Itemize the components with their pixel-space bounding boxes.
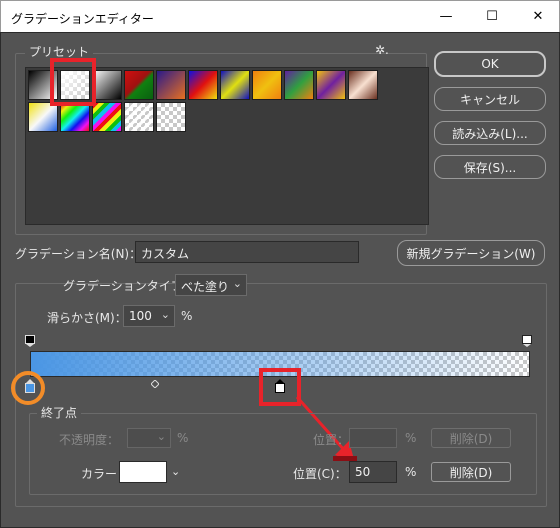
load-button[interactable]: 読み込み(L)... <box>434 121 546 145</box>
gradient-type-select[interactable]: べた塗り ⌄ <box>175 274 247 296</box>
stops-group <box>29 413 537 495</box>
cancel-button[interactable]: キャンセル <box>434 87 546 111</box>
gradient-name-label: グラデーション名(N)： <box>15 247 142 261</box>
close-button[interactable]: ✕ <box>515 1 560 32</box>
minimize-button[interactable]: — <box>423 1 469 32</box>
preset-white-black[interactable] <box>92 70 122 100</box>
window-title: グラデーションエディター <box>11 12 154 26</box>
smoothness-input[interactable]: 100 ⌄ <box>123 305 175 327</box>
preset-violet-orange[interactable] <box>156 70 186 100</box>
chevron-down-icon[interactable]: ⌄ <box>171 465 180 478</box>
smoothness-unit: % <box>181 309 193 323</box>
smoothness-label: 滑らかさ(M)： <box>47 311 127 325</box>
location-unit: % <box>405 465 417 479</box>
preset-red-green[interactable] <box>124 70 154 100</box>
chevron-down-icon: ⌄ <box>156 430 166 443</box>
title-bar: グラデーションエディター — ☐ ✕ <box>0 0 560 32</box>
midpoint-diamond[interactable] <box>150 377 161 389</box>
preset-copper[interactable] <box>348 70 378 100</box>
gear-icon[interactable]: ✲. <box>375 43 389 57</box>
opacity-label: 不透明度： <box>59 433 120 447</box>
annotation-selected-preset-highlight <box>50 58 96 106</box>
opacity-input: ⌄ <box>127 428 171 448</box>
opacity-stop-left[interactable] <box>25 335 35 347</box>
preset-transparent[interactable] <box>156 102 186 132</box>
opacity-delete-button: 削除(D) <box>431 428 511 448</box>
preset-transparent-stripes[interactable] <box>124 102 154 132</box>
close-icon: ✕ <box>532 9 544 24</box>
opacity-location-label: 位置： <box>313 433 350 447</box>
preset-chrome[interactable] <box>28 102 58 132</box>
preset-orange-yellow[interactable] <box>252 70 282 100</box>
location-label: 位置(C)： <box>293 467 347 481</box>
annotation-left-stop-circle <box>11 371 45 405</box>
gradient-type-value: べた塗り <box>181 280 230 294</box>
smoothness-value: 100 <box>129 309 152 323</box>
minimize-icon: — <box>439 9 453 24</box>
stop-color-swatch[interactable] <box>119 461 167 483</box>
gradient-name-input[interactable]: カスタム <box>135 241 359 263</box>
opacity-location-unit: % <box>405 431 417 445</box>
preset-transparent-rainbow[interactable] <box>92 102 122 132</box>
preset-yellow-violet[interactable] <box>316 70 346 100</box>
maximize-icon: ☐ <box>486 9 498 24</box>
maximize-button[interactable]: ☐ <box>469 1 515 32</box>
delete-stop-button[interactable]: 削除(D) <box>431 462 511 482</box>
preset-spectrum[interactable] <box>60 102 90 132</box>
stops-group-title: 終了点 <box>37 404 82 421</box>
save-button[interactable]: 保存(S)... <box>434 155 546 179</box>
opacity-stop-right[interactable] <box>522 335 532 347</box>
opacity-location-input <box>349 428 397 448</box>
location-input[interactable]: 50 <box>349 461 397 483</box>
preset-blue-yellow-blue[interactable] <box>220 70 250 100</box>
new-gradient-button[interactable]: 新規グラデーション(W) <box>397 240 545 266</box>
ok-button[interactable]: OK <box>434 51 546 77</box>
chevron-down-icon: ⌄ <box>160 308 170 321</box>
preset-blue-red-yellow[interactable] <box>188 70 218 100</box>
gradient-editor-dialog: プリセット ✲. OK キャンセル 読み込み(L)... 保存(S)... グラ… <box>0 32 560 528</box>
preset-violet-green-orange[interactable] <box>284 70 314 100</box>
chevron-down-icon: ⌄ <box>232 277 242 290</box>
opacity-unit: % <box>177 431 189 445</box>
